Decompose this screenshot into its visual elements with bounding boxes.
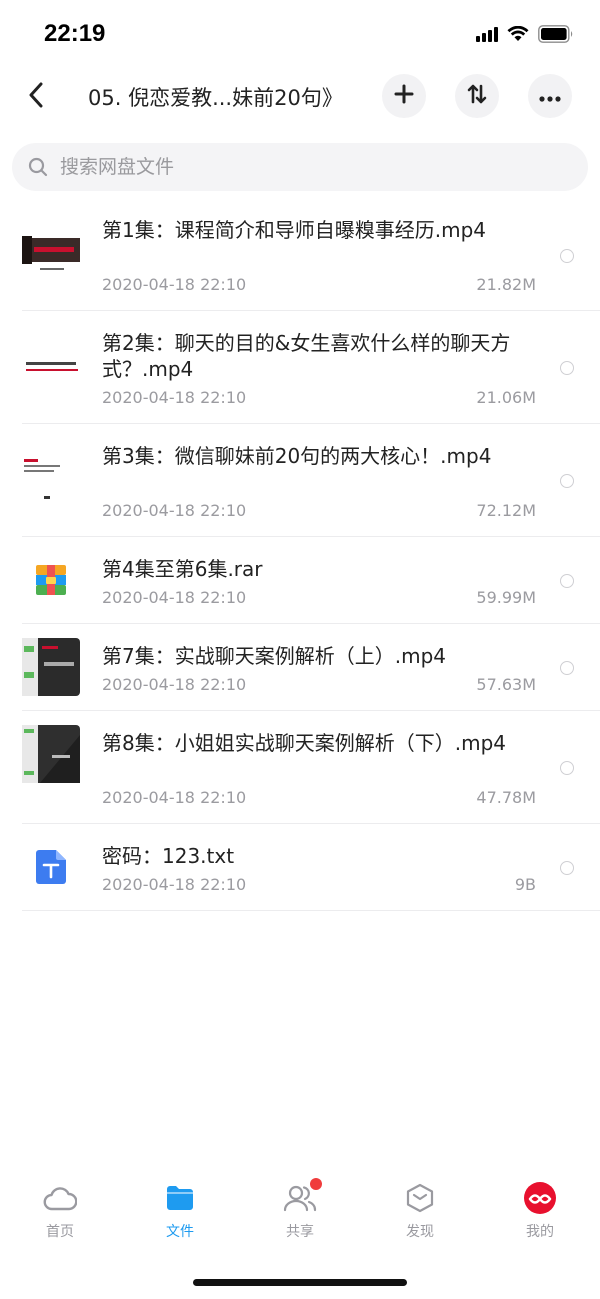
file-date: 2020-04-18 22:10 bbox=[102, 875, 247, 894]
select-checkbox[interactable] bbox=[560, 861, 574, 875]
page-title: 05. 倪恋爱教...妹前20句》 bbox=[88, 86, 343, 110]
cube-icon bbox=[400, 1180, 440, 1216]
file-item[interactable]: 密码：123.txt 2020-04-18 22:10 9B bbox=[0, 824, 600, 911]
file-date: 2020-04-18 22:10 bbox=[102, 501, 247, 520]
cellular-signal-icon bbox=[476, 26, 498, 46]
tab-files[interactable]: 文件 bbox=[120, 1180, 240, 1260]
select-checkbox[interactable] bbox=[560, 249, 574, 263]
file-name: 第8集：小姐姐实战聊天案例解析（下）.mp4 bbox=[102, 731, 506, 755]
file-size: 21.06M bbox=[476, 388, 536, 407]
tab-label: 文件 bbox=[166, 1224, 194, 1240]
file-name: 密码：123.txt bbox=[102, 844, 235, 868]
tab-label: 共享 bbox=[286, 1224, 314, 1240]
folder-icon bbox=[160, 1180, 200, 1216]
file-size: 72.12M bbox=[476, 501, 536, 520]
file-item[interactable]: 第7集：实战聊天案例解析（上）.mp4 2020-04-18 22:10 57.… bbox=[0, 624, 600, 711]
home-indicator bbox=[193, 1279, 407, 1286]
nav-bar: 05. 倪恋爱教...妹前20句》 bbox=[0, 70, 600, 124]
file-list: 第1集：课程简介和导师自曝糗事经历.mp4 2020-04-18 22:10 2… bbox=[0, 198, 600, 911]
status-time: 22:19 bbox=[44, 20, 106, 47]
file-size: 47.78M bbox=[476, 788, 536, 807]
file-item[interactable]: 第2集：聊天的目的&女生喜欢什么样的聊天方式？.mp4 2020-04-18 2… bbox=[0, 311, 600, 424]
status-icons bbox=[476, 25, 574, 47]
tab-label: 发现 bbox=[406, 1224, 434, 1240]
back-button[interactable] bbox=[18, 78, 54, 116]
file-size: 9B bbox=[514, 875, 536, 894]
file-date: 2020-04-18 22:10 bbox=[102, 675, 247, 694]
video-thumbnail bbox=[22, 725, 80, 783]
video-thumbnail bbox=[22, 338, 80, 396]
rar-archive-icon bbox=[22, 551, 80, 609]
file-name: 第3集：微信聊妹前20句的两大核心！.mp4 bbox=[102, 444, 492, 468]
video-thumbnail bbox=[22, 451, 80, 509]
select-checkbox[interactable] bbox=[560, 361, 574, 375]
sort-button[interactable] bbox=[455, 74, 499, 118]
file-date: 2020-04-18 22:10 bbox=[102, 788, 247, 807]
file-name: 第2集：聊天的目的&女生喜欢什么样的聊天方式？.mp4 bbox=[102, 331, 511, 381]
search-input[interactable] bbox=[60, 156, 540, 178]
file-date: 2020-04-18 22:10 bbox=[102, 588, 247, 607]
tab-home[interactable]: 首页 bbox=[0, 1180, 120, 1260]
video-thumbnail bbox=[22, 638, 80, 696]
text-file-icon bbox=[22, 838, 80, 896]
tab-profile[interactable]: 我的 bbox=[480, 1180, 600, 1260]
tab-bar: 首页 文件 共享 发现 我的 bbox=[0, 1178, 600, 1260]
cloud-icon bbox=[40, 1180, 80, 1216]
file-size: 59.99M bbox=[476, 588, 536, 607]
select-checkbox[interactable] bbox=[560, 574, 574, 588]
users-icon bbox=[280, 1178, 322, 1216]
search-icon bbox=[26, 155, 50, 179]
file-item[interactable]: 第3集：微信聊妹前20句的两大核心！.mp4 2020-04-18 22:10 … bbox=[0, 424, 600, 537]
file-date: 2020-04-18 22:10 bbox=[102, 275, 247, 294]
chevron-left-icon bbox=[28, 82, 44, 112]
file-size: 21.82M bbox=[476, 275, 536, 294]
file-item[interactable]: 第1集：课程简介和导师自曝糗事经历.mp4 2020-04-18 22:10 2… bbox=[0, 198, 600, 311]
add-button[interactable] bbox=[382, 74, 426, 118]
more-dots-icon bbox=[539, 87, 561, 106]
plus-icon bbox=[394, 84, 414, 108]
avatar-icon bbox=[520, 1180, 560, 1216]
battery-icon bbox=[538, 25, 574, 47]
video-thumbnail bbox=[22, 226, 80, 284]
file-name: 第7集：实战聊天案例解析（上）.mp4 bbox=[102, 644, 446, 668]
tab-share[interactable]: 共享 bbox=[240, 1178, 360, 1260]
select-checkbox[interactable] bbox=[560, 661, 574, 675]
sort-arrows-icon bbox=[466, 83, 488, 109]
file-item[interactable]: 第8集：小姐姐实战聊天案例解析（下）.mp4 2020-04-18 22:10 … bbox=[0, 711, 600, 824]
tab-label: 首页 bbox=[46, 1224, 74, 1240]
more-button[interactable] bbox=[528, 74, 572, 118]
file-item[interactable]: 第4集至第6集.rar 2020-04-18 22:10 59.99M bbox=[0, 537, 600, 624]
wifi-icon bbox=[507, 25, 529, 46]
file-size: 57.63M bbox=[476, 675, 536, 694]
select-checkbox[interactable] bbox=[560, 474, 574, 488]
file-name: 第1集：课程简介和导师自曝糗事经历.mp4 bbox=[102, 218, 486, 242]
select-checkbox[interactable] bbox=[560, 761, 574, 775]
status-bar: 22:19 bbox=[0, 0, 600, 70]
search-bar[interactable] bbox=[12, 143, 588, 191]
divider bbox=[22, 910, 600, 911]
notification-badge bbox=[310, 1178, 322, 1190]
tab-label: 我的 bbox=[526, 1224, 554, 1240]
file-name: 第4集至第6集.rar bbox=[102, 557, 263, 581]
file-date: 2020-04-18 22:10 bbox=[102, 388, 247, 407]
tab-discover[interactable]: 发现 bbox=[360, 1180, 480, 1260]
